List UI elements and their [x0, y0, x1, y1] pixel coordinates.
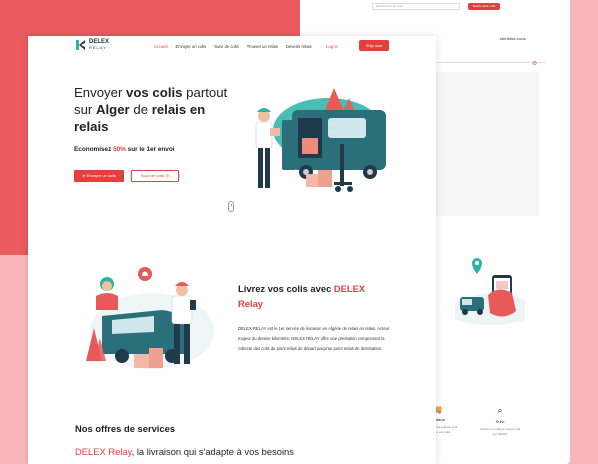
- hero-text: partout: [182, 85, 228, 100]
- navbar: DELEX RELAY Accueil Envoyer un colis Sui…: [28, 36, 436, 58]
- economize-label: Economisez: [74, 146, 114, 153]
- about-title: Livrez vos colis avec DELEX Relay: [238, 281, 398, 311]
- hero-text-bold: vos colis: [126, 85, 183, 100]
- link-icon[interactable]: ⊘: [532, 60, 537, 67]
- services-brand: DELEX Relay: [75, 446, 132, 457]
- services-subtitle-text: , la livraison qui s'adapte à vos besoin…: [131, 446, 294, 457]
- logo[interactable]: DELEX RELAY: [76, 39, 109, 50]
- back-nav-text[interactable]: identifiez-vous: [500, 36, 526, 41]
- nav-link-send[interactable]: Envoyer un colis: [176, 44, 207, 49]
- track-package-button[interactable]: Suivi de colis ◎: [131, 170, 179, 182]
- about-title-brand: DELEX: [333, 283, 366, 294]
- about-title-text: Livrez vos colis avec: [238, 283, 334, 294]
- courier-phone-illustration: [86, 267, 214, 369]
- back-panel: [435, 72, 539, 216]
- delivery-van-illustration: [255, 88, 386, 192]
- nav-link-find-relay[interactable]: Trouver un relais: [247, 44, 278, 49]
- hero-text: sur: [74, 102, 96, 117]
- about-body: DELEX RELAY est le 1er service de livrai…: [238, 326, 390, 351]
- nav-link-home[interactable]: Accueil: [154, 44, 168, 49]
- economize-percent: 50%: [113, 146, 126, 153]
- hero-text: de: [129, 102, 152, 117]
- hero-text-bold: relais: [74, 119, 109, 134]
- login-link[interactable]: Log in: [326, 44, 338, 49]
- target-icon: ◎: [164, 173, 169, 178]
- back-track-button[interactable]: Suivre votre colis: [468, 3, 500, 10]
- back-service-tracking: ⌕ Suivi Suivez vos colis en temps réel s…: [478, 405, 522, 437]
- logo-subtitle: RELAY: [89, 45, 107, 50]
- button-label: Envoyer un colis: [86, 173, 116, 178]
- send-package-button[interactable]: ➤ Envoyer un colis: [74, 170, 124, 182]
- nav-links: Accueil Envoyer un colis Suivi de colis …: [154, 44, 312, 49]
- back-search-input[interactable]: Recherchez un colis: [372, 3, 460, 10]
- economize-label: sur le 1er envoi: [125, 146, 175, 153]
- main-page: DELEX RELAY Accueil Envoyer un colis Sui…: [28, 36, 436, 464]
- magnifier-icon: ⌕: [497, 405, 503, 415]
- service-desc: Suivez vos colis en temps réel sur DELEX: [479, 427, 521, 436]
- ship-now-button[interactable]: Ship now: [359, 40, 389, 51]
- logo-mark-icon: [76, 40, 85, 50]
- services-subtitle: DELEX Relay, la livraison qui s'adapte à…: [75, 446, 294, 457]
- service-title: Suivi: [495, 419, 505, 424]
- back-header: Recherchez un colis Suivre votre colis: [300, 0, 570, 18]
- button-label: Suivi de colis: [141, 173, 165, 178]
- hero-text-bold: Alger: [95, 102, 130, 117]
- hero-title: Envoyer vos colis partout sur Alger de r…: [74, 84, 244, 135]
- economize-text: Economisez 50% sur le 1er envoi: [74, 146, 175, 153]
- nav-link-track[interactable]: Suivi de colis: [214, 44, 238, 49]
- logo-text: DELEX RELAY: [89, 39, 109, 50]
- hero-text: Envoyer: [74, 85, 127, 100]
- phone-map-illustration: [455, 258, 525, 325]
- services-title: Nos offres de services: [75, 423, 176, 434]
- about-title-brand: Relay: [238, 298, 264, 309]
- scroll-mouse-icon[interactable]: [228, 201, 234, 212]
- hero-text-bold: relais en: [151, 102, 206, 117]
- nav-link-become-relay[interactable]: Devenir relais: [286, 44, 312, 49]
